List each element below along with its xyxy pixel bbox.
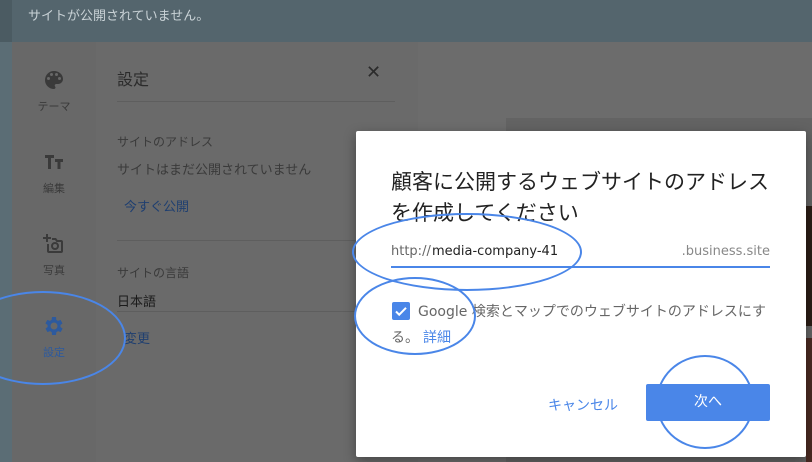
text-format-icon [42,150,66,174]
rail-label: 編集 [43,182,65,195]
close-icon[interactable]: ✕ [366,62,381,83]
rail-item-theme[interactable]: テーマ [12,68,96,114]
divider [117,101,395,102]
address-label: サイトのアドレス [117,135,214,149]
language-value: 日本語 [117,295,157,310]
unpublished-message: サイトが公開されていません。 [28,9,210,24]
publish-now-link[interactable]: 今すぐ公開 [124,196,189,215]
add-photo-icon [42,232,66,256]
highlight-circle [352,213,582,291]
cancel-button[interactable]: キャンセル [544,393,622,417]
url-suffix: .business.site [681,244,770,259]
change-language-link[interactable]: 変更 [124,328,150,347]
language-label: サイトの言語 [117,266,190,280]
rail-item-edit[interactable]: 編集 [12,150,96,196]
palette-icon [42,68,66,92]
highlight-circle [656,355,754,449]
preview-image [806,338,812,462]
settings-title: 設定 [117,70,150,89]
rail-label: 写真 [43,264,65,277]
divider [117,311,357,312]
top-banner-edge [0,0,12,42]
preview-image [806,206,812,326]
address-status: サイトはまだ公開されていません [117,163,312,178]
rail-label: テーマ [37,100,71,113]
rail-item-photo[interactable]: 写真 [12,232,96,278]
highlight-circle [354,277,476,355]
